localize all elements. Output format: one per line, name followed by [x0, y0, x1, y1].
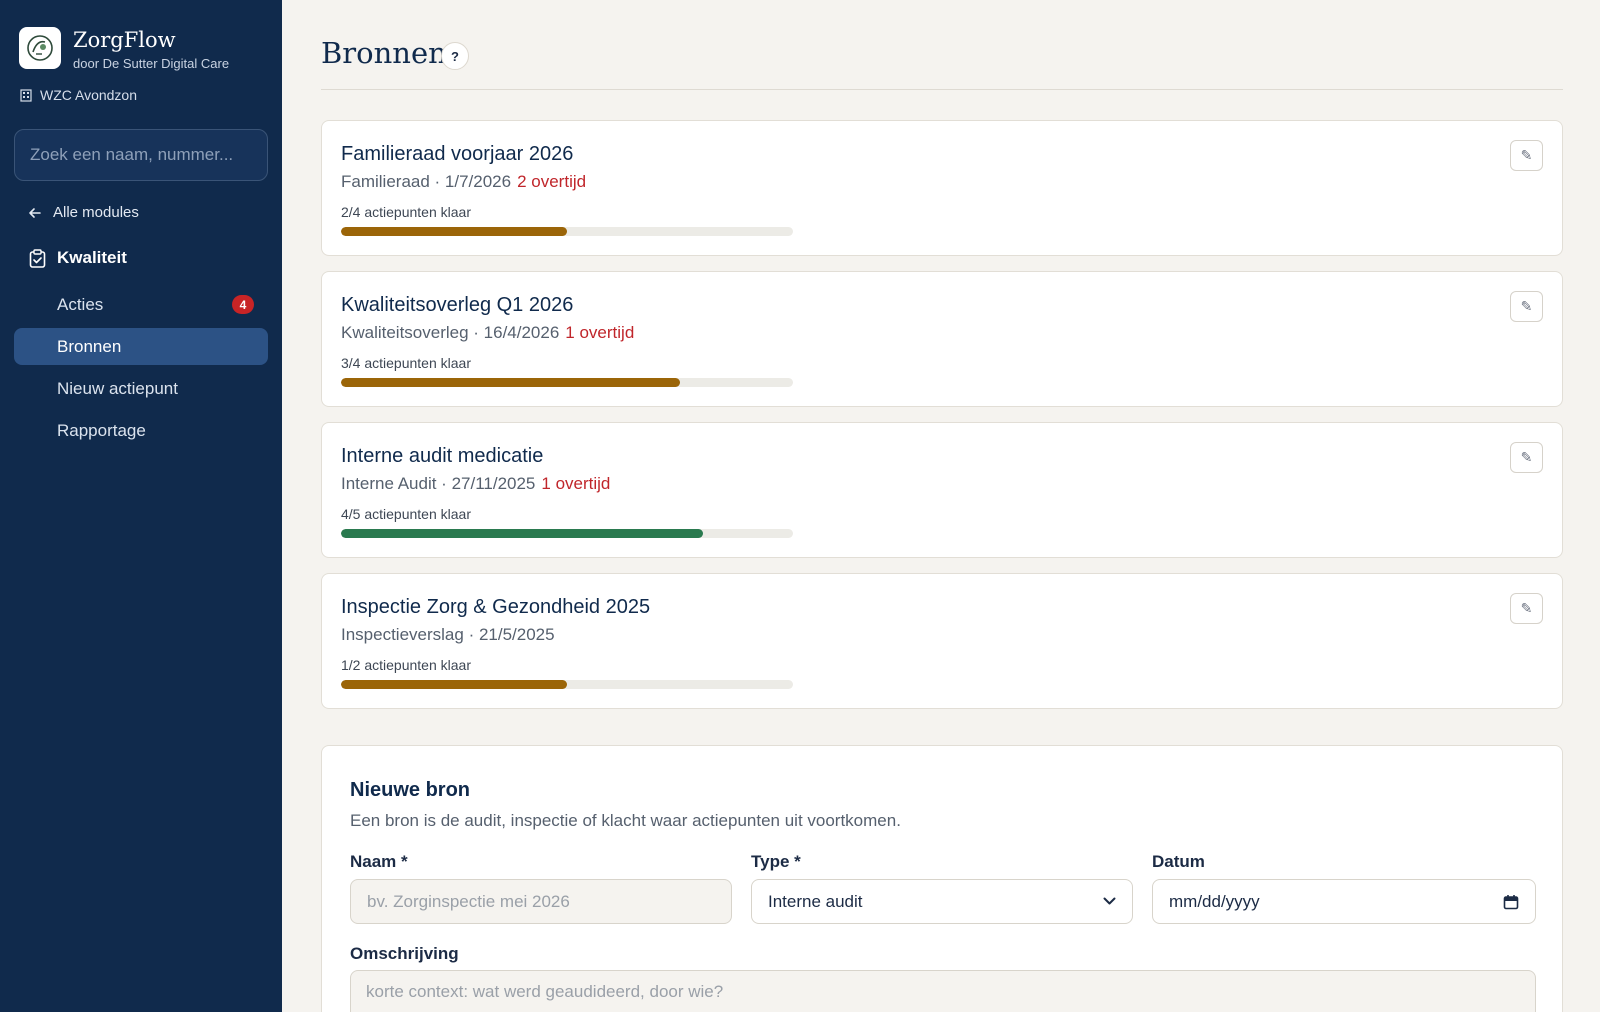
source-type-date: Inspectieverslag · 21/5/2025: [341, 625, 555, 644]
progress-fill: [341, 378, 680, 387]
facility-name: WZC Avondzon: [40, 87, 138, 103]
back-to-modules-link[interactable]: Alle modules: [28, 204, 139, 221]
source-card[interactable]: Inspectie Zorg & Gezondheid 2025 Inspect…: [321, 573, 1563, 709]
module-heading: Kwaliteit: [29, 248, 127, 268]
type-label: Type *: [751, 852, 801, 871]
new-source-form: Nieuwe bron Een bron is de audit, inspec…: [321, 745, 1563, 1012]
type-select[interactable]: Interne audit: [751, 879, 1133, 924]
progress-label: 3/4 actiepunten klaar: [341, 355, 471, 371]
date-label: Datum: [1152, 852, 1205, 871]
source-card[interactable]: Familieraad voorjaar 2026 Familieraad · …: [321, 120, 1563, 256]
facility-label: WZC Avondzon: [19, 87, 137, 103]
pencil-icon: ✎: [1520, 147, 1533, 163]
logo-icon: [27, 35, 53, 61]
edit-button[interactable]: ✎: [1510, 442, 1543, 473]
arrow-left-icon: [29, 207, 41, 218]
progress-fill: [341, 680, 567, 689]
sidebar-item-label: Bronnen: [57, 336, 122, 356]
sidebar-item-nieuw-actiepunt[interactable]: Nieuw actiepunt: [14, 370, 268, 407]
sidebar-item-label: Acties: [57, 294, 104, 314]
source-title: Inspectie Zorg & Gezondheid 2025: [341, 596, 651, 618]
source-meta: Kwaliteitsoverleg · 16/4/2026 1 overtijd: [341, 323, 634, 343]
source-card[interactable]: Kwaliteitsoverleg Q1 2026 Kwaliteitsover…: [321, 271, 1563, 407]
module-label: Kwaliteit: [57, 248, 127, 267]
date-input[interactable]: mm/dd/yyyy: [1152, 879, 1536, 924]
name-label: Naam *: [350, 852, 408, 871]
app-subtitle: door De Sutter Digital Care: [73, 56, 230, 71]
back-label: Alle modules: [53, 204, 139, 221]
sidebar-item-bronnen[interactable]: Bronnen: [14, 328, 268, 365]
pencil-icon: ✎: [1520, 298, 1533, 314]
overdue-label: 1 overtijd: [541, 474, 611, 493]
edit-button[interactable]: ✎: [1510, 140, 1543, 171]
divider: [321, 89, 1563, 90]
sidebar-item-rapportage[interactable]: Rapportage: [14, 412, 268, 449]
source-type-date: Interne Audit · 27/11/2025: [341, 474, 536, 493]
description-textarea[interactable]: [350, 970, 1536, 1012]
source-title: Familieraad voorjaar 2026: [341, 143, 574, 165]
form-description: Een bron is de audit, inspectie of klach…: [350, 811, 901, 830]
page-title: Bronnen: [321, 36, 447, 70]
help-button[interactable]: ?: [441, 42, 469, 70]
progress-fill: [341, 529, 703, 538]
calendar-icon[interactable]: [1503, 894, 1519, 910]
progress-bar: [341, 680, 793, 689]
source-meta: Interne Audit · 27/11/2025 1 overtijd: [341, 474, 610, 494]
progress-fill: [341, 227, 567, 236]
search-input[interactable]: [14, 129, 268, 181]
name-input[interactable]: [350, 879, 732, 924]
count-badge: 4: [232, 295, 254, 314]
type-value: Interne audit: [768, 891, 863, 911]
clipboard-check-icon: [29, 248, 46, 268]
sidebar: ZorgFlow door De Sutter Digital Care WZC…: [0, 0, 282, 1012]
brand: ZorgFlow door De Sutter Digital Care: [19, 27, 229, 71]
progress-label: 4/5 actiepunten klaar: [341, 506, 471, 522]
edit-button[interactable]: ✎: [1510, 593, 1543, 624]
chevron-down-icon: [1103, 897, 1116, 905]
progress-label: 1/2 actiepunten klaar: [341, 657, 471, 673]
source-card[interactable]: Interne audit medicatie Interne Audit · …: [321, 422, 1563, 558]
form-title: Nieuwe bron: [350, 779, 471, 801]
source-meta: Inspectieverslag · 21/5/2025: [341, 625, 561, 645]
source-meta: Familieraad · 1/7/2026 2 overtijd: [341, 172, 586, 192]
source-type-date: Kwaliteitsoverleg · 16/4/2026: [341, 323, 560, 342]
building-icon: [20, 89, 32, 102]
edit-button[interactable]: ✎: [1510, 291, 1543, 322]
overdue-label: 2 overtijd: [517, 172, 587, 191]
progress-bar: [341, 227, 793, 236]
source-title: Kwaliteitsoverleg Q1 2026: [341, 294, 574, 316]
overdue-label: 1 overtijd: [565, 323, 635, 342]
source-title: Interne audit medicatie: [341, 445, 544, 467]
app-name: ZorgFlow: [73, 28, 176, 52]
sidebar-item-label: Rapportage: [57, 420, 146, 440]
progress-label: 2/4 actiepunten klaar: [341, 204, 471, 220]
progress-bar: [341, 378, 793, 387]
sidebar-item-label: Nieuw actiepunt: [57, 378, 178, 398]
progress-bar: [341, 529, 793, 538]
pencil-icon: ✎: [1520, 449, 1533, 465]
description-label: Omschrijving: [350, 944, 459, 963]
logo: [19, 27, 61, 69]
pencil-icon: ✎: [1520, 600, 1533, 616]
sidebar-item-acties[interactable]: Acties 4: [14, 286, 268, 323]
source-type-date: Familieraad · 1/7/2026: [341, 172, 512, 191]
date-value: mm/dd/yyyy: [1169, 891, 1260, 911]
